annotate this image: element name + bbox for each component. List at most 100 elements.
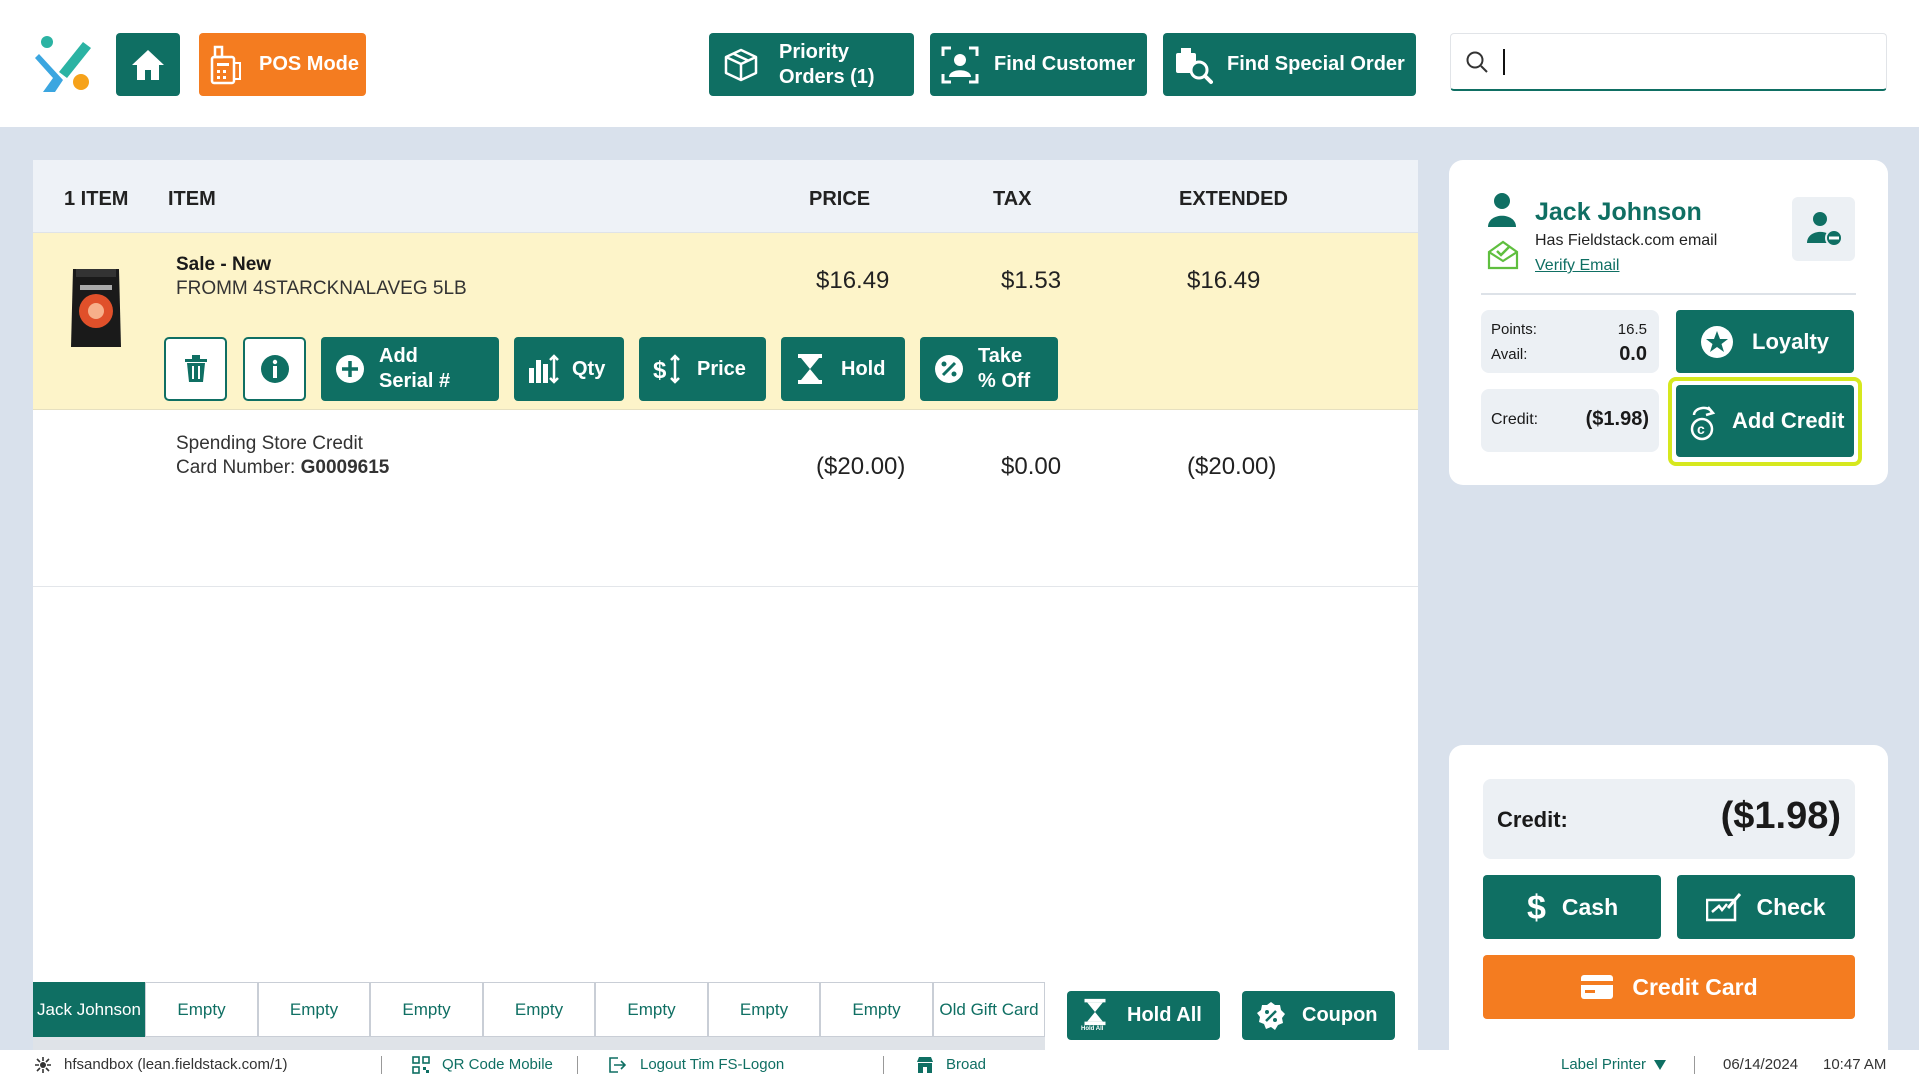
tab-cart-7[interactable]: Empty xyxy=(708,982,820,1037)
hold-label: Hold xyxy=(841,357,886,380)
hold-all-label: Hold All xyxy=(1127,1004,1202,1026)
col-extended: EXTENDED xyxy=(1179,188,1288,210)
delete-line-button[interactable] xyxy=(164,337,227,401)
verify-email-link[interactable]: Verify Email xyxy=(1535,257,1619,275)
cart-panel: 1 ITEM ITEM PRICE TAX EXTENDED Sale - Ne… xyxy=(33,160,1418,1050)
find-order-icon xyxy=(1176,47,1213,84)
add-serial-label-2: Serial # xyxy=(379,370,451,392)
points-panel: Points: 16.5 Avail: 0.0 xyxy=(1481,310,1659,373)
home-button[interactable] xyxy=(116,33,180,96)
cart-line[interactable]: Sale - New FROMM 4STARCKNALAVEG 5LB $16.… xyxy=(33,233,1418,410)
divider xyxy=(883,1056,884,1074)
credit-card-icon xyxy=(1581,975,1614,999)
avail-value: 0.0 xyxy=(1619,343,1647,365)
card-number-value: G0009615 xyxy=(300,457,390,478)
points-label: Points: xyxy=(1491,321,1537,338)
tab-cart-2[interactable]: Empty xyxy=(145,982,258,1037)
chevron-down-icon[interactable] xyxy=(1654,1060,1666,1070)
price-button[interactable]: $ Price xyxy=(639,337,766,401)
svg-text:c: c xyxy=(1697,421,1705,437)
tab-cart-8[interactable]: Empty xyxy=(820,982,933,1037)
plus-circle-icon xyxy=(336,355,364,383)
credit-card-button[interactable]: Credit Card xyxy=(1483,955,1855,1019)
priority-orders-button[interactable]: Priority Orders (1) xyxy=(709,33,914,96)
balance-label: Credit: xyxy=(1497,807,1568,832)
item-info-button[interactable] xyxy=(243,337,306,401)
find-special-order-button[interactable]: Find Special Order xyxy=(1163,33,1416,96)
qty-button[interactable]: Qty xyxy=(514,337,624,401)
hold-button[interactable]: Hold xyxy=(781,337,905,401)
coupon-button[interactable]: Coupon xyxy=(1242,991,1395,1040)
trash-icon xyxy=(184,355,207,382)
item-count: 1 ITEM xyxy=(64,188,129,210)
cart-line[interactable]: Spending Store Credit Card Number: G0009… xyxy=(33,411,1418,587)
qty-label: Qty xyxy=(572,357,606,380)
take-percent-off-button[interactable]: Take % Off xyxy=(920,337,1058,401)
pos-terminal-icon xyxy=(210,45,241,84)
qr-code-mobile-link[interactable]: QR Code Mobile xyxy=(442,1056,553,1073)
label-printer-select[interactable]: Label Printer xyxy=(1561,1056,1646,1073)
tab-cart-6[interactable]: Empty xyxy=(595,982,708,1037)
find-customer-icon xyxy=(941,46,979,83)
tab-cart-3[interactable]: Empty xyxy=(258,982,370,1037)
credit-label: Credit: xyxy=(1491,411,1539,428)
info-icon xyxy=(260,355,289,383)
store-name[interactable]: Broad xyxy=(946,1056,986,1073)
tab-cart-9[interactable]: Old Gift Card xyxy=(933,982,1045,1037)
line-extended: ($20.00) xyxy=(1187,453,1277,480)
add-credit-label: Add Credit xyxy=(1732,408,1845,433)
card-number-label: Card Number: xyxy=(176,457,296,478)
loyalty-button[interactable]: Loyalty xyxy=(1676,310,1854,373)
divider xyxy=(1694,1056,1695,1074)
customer-card: Jack Johnson Has Fieldstack.com email Ve… xyxy=(1449,160,1888,485)
status-date: 06/14/2024 xyxy=(1723,1056,1799,1073)
check-label: Check xyxy=(1756,893,1826,920)
line-title: Spending Store Credit xyxy=(176,433,363,454)
top-bar: POS Mode Priority Orders (1) Find Custom… xyxy=(0,0,1919,127)
line-price: ($20.00) xyxy=(816,453,906,480)
price-change-icon: $ xyxy=(653,354,680,384)
points-value: 16.5 xyxy=(1617,321,1647,338)
logout-link[interactable]: Logout Tim FS-Logon xyxy=(640,1056,784,1073)
dollar-icon: $ xyxy=(1527,889,1546,925)
product-image xyxy=(68,263,124,351)
search-icon xyxy=(1466,51,1488,73)
text-cursor xyxy=(1503,48,1505,75)
add-credit-button[interactable]: c Add Credit xyxy=(1676,385,1854,457)
avail-label: Avail: xyxy=(1491,346,1528,363)
loyalty-label: Loyalty xyxy=(1752,328,1830,354)
balance-value: ($1.98) xyxy=(1720,795,1841,837)
credit-panel: Credit: ($1.98) xyxy=(1481,389,1659,452)
search-input[interactable] xyxy=(1511,44,1871,80)
customer-name: Jack Johnson xyxy=(1535,198,1702,226)
find-special-order-label: Find Special Order xyxy=(1227,53,1405,75)
tab-cart-4[interactable]: Empty xyxy=(370,982,483,1037)
price-label: Price xyxy=(697,357,746,380)
priority-orders-label-1: Priority xyxy=(779,40,850,63)
star-badge-icon xyxy=(1701,325,1733,358)
hold-all-button[interactable]: Hold All Hold All xyxy=(1067,991,1220,1040)
divider xyxy=(381,1056,382,1074)
find-customer-button[interactable]: Find Customer xyxy=(930,33,1147,96)
tab-cart-5[interactable]: Empty xyxy=(483,982,595,1037)
check-button[interactable]: Check xyxy=(1677,875,1855,939)
qty-icon xyxy=(529,354,559,384)
line-title: Sale - New xyxy=(176,254,272,275)
package-icon xyxy=(724,48,758,81)
tab-cart-1[interactable]: Jack Johnson xyxy=(33,982,145,1037)
remove-customer-icon xyxy=(1806,212,1843,247)
pos-mode-button[interactable]: POS Mode xyxy=(199,33,366,96)
add-credit-icon: c xyxy=(1690,406,1716,441)
search-box[interactable] xyxy=(1450,33,1887,91)
balance-panel: Credit: ($1.98) xyxy=(1483,779,1855,859)
credit-card-label: Credit Card xyxy=(1632,973,1758,1000)
hold-all-icon-caption: Hold All xyxy=(1081,1025,1104,1032)
add-serial-button[interactable]: Add Serial # xyxy=(321,337,499,401)
qr-code-icon xyxy=(412,1056,430,1074)
line-extended: $16.49 xyxy=(1187,267,1261,294)
take-off-label-1: Take xyxy=(978,345,1023,367)
remove-customer-button[interactable] xyxy=(1792,197,1855,261)
fieldstack-logo xyxy=(33,32,93,96)
cash-button[interactable]: $ Cash xyxy=(1483,875,1661,939)
percent-icon xyxy=(935,355,963,383)
